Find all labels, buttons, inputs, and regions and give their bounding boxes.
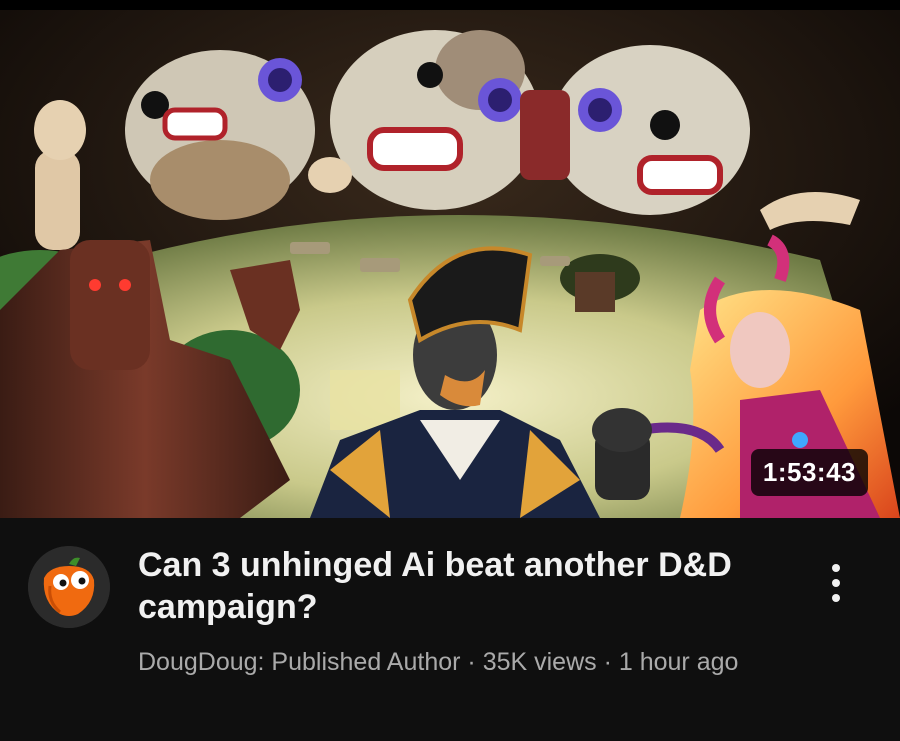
more-vertical-icon	[832, 564, 840, 572]
duration-badge: 1:53:43	[750, 449, 868, 496]
channel-avatar[interactable]	[28, 546, 110, 628]
channel-name[interactable]: DougDoug: Published Author	[138, 648, 460, 676]
meta-separator: ·	[467, 648, 476, 676]
dark-gauntlet	[592, 408, 652, 500]
more-options-button[interactable]	[818, 548, 854, 618]
upload-age: 1 hour ago	[618, 648, 739, 676]
top-strip	[0, 0, 900, 10]
ai-head-center	[330, 30, 540, 210]
raised-fist	[34, 100, 86, 250]
video-metadata: DougDoug: Published Author · 35K views ·…	[138, 644, 798, 680]
view-count: 35K views	[482, 648, 597, 676]
video-details: Can 3 unhinged Ai beat another D&D campa…	[0, 518, 900, 741]
pepper-mascot-icon	[28, 546, 110, 628]
more-vertical-icon	[832, 594, 840, 602]
meta-separator: ·	[603, 648, 612, 676]
video-thumbnail[interactable]: 1:53:43	[0, 10, 900, 518]
more-vertical-icon	[832, 579, 840, 587]
thumbnail-artwork	[0, 10, 900, 518]
video-title[interactable]: Can 3 unhinged Ai beat another D&D campa…	[138, 544, 798, 628]
